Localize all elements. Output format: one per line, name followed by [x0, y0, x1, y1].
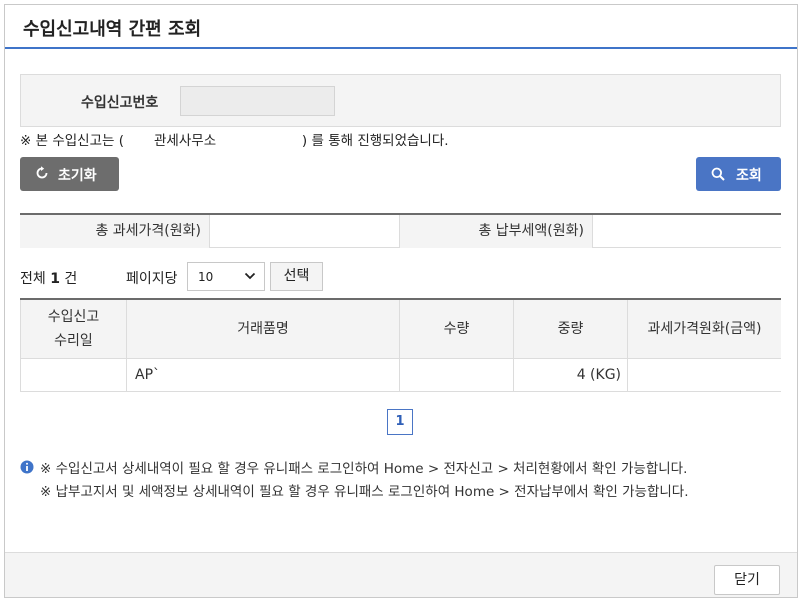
col-header-date: 수입신고 수리일	[20, 300, 127, 358]
declaration-number-input[interactable]	[180, 86, 335, 116]
col-header-weight: 중량	[514, 300, 628, 358]
list-controls: 전체 1 건 페이지당 10 선택	[20, 262, 420, 292]
import-declaration-dialog: 수입신고내역 간편 조회 수입신고번호 ※ 본 수입신고는 ( 관세사무소 ) …	[4, 4, 798, 598]
total-taxable-value	[209, 215, 400, 248]
table-header-row: 수입신고 수리일 거래품명 수량 중량 과세가격원화(금액)	[20, 300, 781, 359]
reset-button-label: 초기화	[58, 168, 97, 184]
cell-qty	[400, 359, 514, 391]
search-panel: 수입신고번호	[20, 74, 781, 127]
dialog-title: 수입신고내역 간편 조회	[23, 19, 202, 40]
declaration-table: 수입신고 수리일 거래품명 수량 중량 과세가격원화(금액) AP` 4 (KG…	[20, 298, 781, 392]
per-page-value: 10	[198, 270, 214, 284]
col-header-qty: 수량	[400, 300, 514, 358]
refresh-icon	[36, 166, 48, 179]
search-icon	[711, 167, 725, 181]
total-count: 전체 1 건	[20, 271, 78, 287]
total-taxable-label: 총 과세가격(원화)	[20, 215, 209, 248]
broker-notice: ※ 본 수입신고는 ( 관세사무소 ) 를 통해 진행되었습니다.	[20, 133, 449, 149]
page-1-button[interactable]: 1	[387, 409, 413, 435]
dialog-header: 수입신고내역 간편 조회	[5, 5, 797, 49]
cell-weight: 4 (KG)	[514, 359, 628, 391]
per-page-label: 페이지당	[126, 271, 178, 287]
cell-item: AP`	[127, 359, 400, 391]
close-button[interactable]: 닫기	[714, 565, 780, 595]
table-row[interactable]: AP` 4 (KG)	[20, 359, 781, 392]
per-page-select[interactable]: 10	[187, 262, 265, 291]
col-header-item: 거래품명	[127, 300, 400, 358]
declaration-number-label: 수입신고번호	[81, 95, 159, 111]
cell-date	[20, 359, 127, 391]
info-line-2: ※ 납부고지서 및 세액정보 상세내역이 필요 할 경우 유니패스 로그인하여 …	[40, 484, 689, 500]
summary-table: 총 과세가격(원화) 총 납부세액(원화)	[20, 213, 781, 248]
reset-button[interactable]: 초기화	[20, 157, 119, 191]
dialog-footer: 닫기	[5, 552, 797, 597]
col-header-price: 과세가격원화(금액)	[647, 321, 762, 337]
info-line-1: ※ 수입신고서 상세내역이 필요 할 경우 유니패스 로그인하여 Home > …	[40, 461, 688, 477]
search-button[interactable]: 조회	[696, 157, 781, 191]
search-button-label: 조회	[736, 168, 762, 184]
total-payment-value	[592, 215, 781, 248]
info-icon	[20, 460, 34, 474]
cell-price	[628, 359, 781, 391]
chevron-down-icon	[244, 272, 256, 280]
select-button[interactable]: 선택	[270, 262, 323, 291]
total-payment-label: 총 납부세액(원화)	[400, 215, 592, 248]
